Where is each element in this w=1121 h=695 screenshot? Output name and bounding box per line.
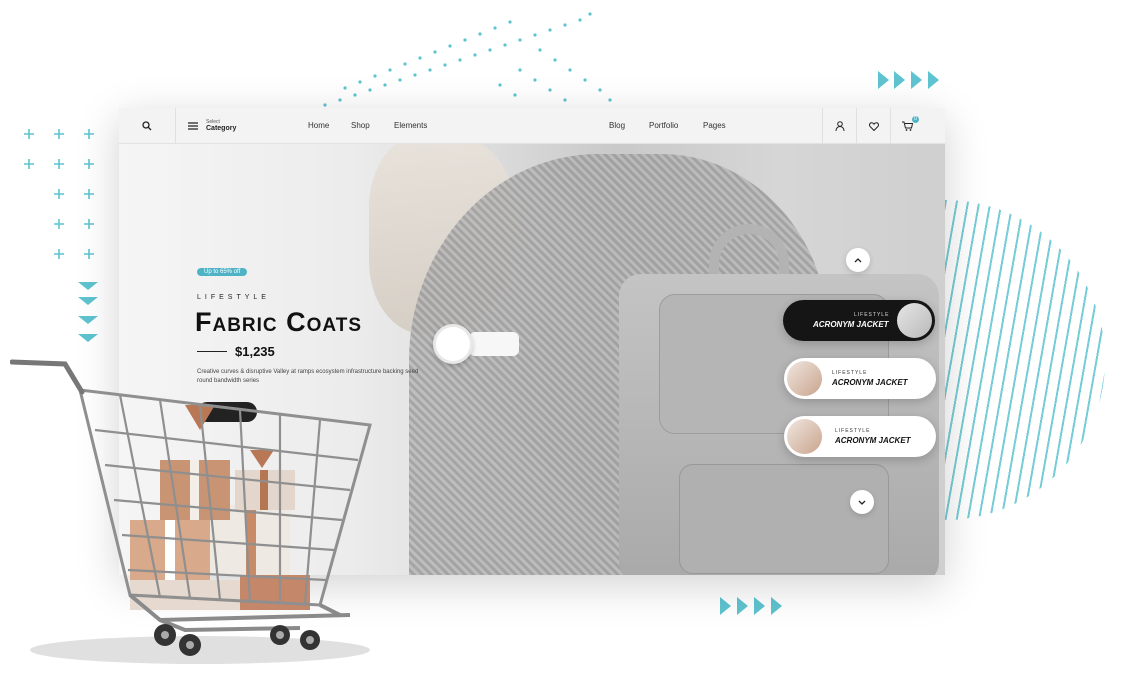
scroll-down-button[interactable]: [850, 490, 874, 514]
hero-image-watch-strap: [469, 332, 519, 356]
chevron-down-icon: [858, 500, 866, 505]
dot-pattern: [323, 12, 612, 107]
product-name: ACRONYM JACKET: [835, 436, 911, 445]
hero-eyebrow: LIFESTYLE: [197, 294, 270, 301]
account-button[interactable]: [822, 108, 856, 144]
product-card-1[interactable]: LIFESTYLE ACRONYM JACKET: [783, 300, 935, 341]
search-icon: [142, 121, 152, 131]
wishlist-button[interactable]: [856, 108, 890, 144]
promo-badge: Up to 65% off: [197, 268, 248, 276]
down-arrows-decoration: [78, 282, 98, 342]
shopping-cart-illustration: [10, 359, 372, 664]
nav-home[interactable]: Home: [308, 121, 329, 130]
plus-pattern: [24, 129, 94, 259]
chevron-up-icon: [854, 257, 862, 262]
nav-shop[interactable]: Shop: [351, 121, 370, 130]
category-label: Category: [206, 125, 237, 132]
product-kicker: LIFESTYLE: [835, 428, 871, 434]
product-thumbnail: [787, 361, 822, 396]
nav-pages[interactable]: Pages: [703, 121, 726, 130]
product-thumbnail: [897, 303, 932, 338]
product-name: ACRONYM JACKET: [832, 378, 908, 387]
nav-portfolio[interactable]: Portfolio: [649, 121, 678, 130]
heart-icon: [868, 121, 879, 131]
search-button[interactable]: [119, 108, 175, 144]
product-card-2[interactable]: LIFESTYLE ACRONYM JACKET: [784, 358, 936, 399]
product-card-3[interactable]: LIFESTYLE ACRONYM JACKET: [784, 416, 936, 457]
shopping-cart-icon: [902, 121, 913, 131]
product-kicker: LIFESTYLE: [832, 370, 868, 376]
right-arrows-decoration-bottom: [720, 597, 782, 615]
hero-image-backpack-pocket: [679, 464, 889, 574]
scroll-up-button[interactable]: [846, 248, 870, 272]
cart-handle: [10, 359, 85, 395]
cart-count-badge: 0: [912, 116, 919, 123]
right-arrows-decoration-top: [878, 71, 939, 89]
category-selector[interactable]: Select Category: [175, 108, 259, 144]
product-kicker: LIFESTYLE: [854, 312, 890, 318]
cart-button[interactable]: 0: [890, 108, 924, 144]
product-name: ACRONYM JACKET: [813, 320, 889, 329]
user-icon: [835, 121, 844, 131]
nav-elements[interactable]: Elements: [394, 121, 427, 130]
hero-title: Fabric Coats: [195, 307, 363, 337]
product-thumbnail: [787, 419, 822, 454]
nav-blog[interactable]: Blog: [609, 121, 625, 130]
hamburger-icon: [188, 122, 198, 130]
top-navbar: Select Category Home Shop Elements Blog …: [119, 108, 945, 144]
hero-image-watch: [433, 324, 473, 364]
